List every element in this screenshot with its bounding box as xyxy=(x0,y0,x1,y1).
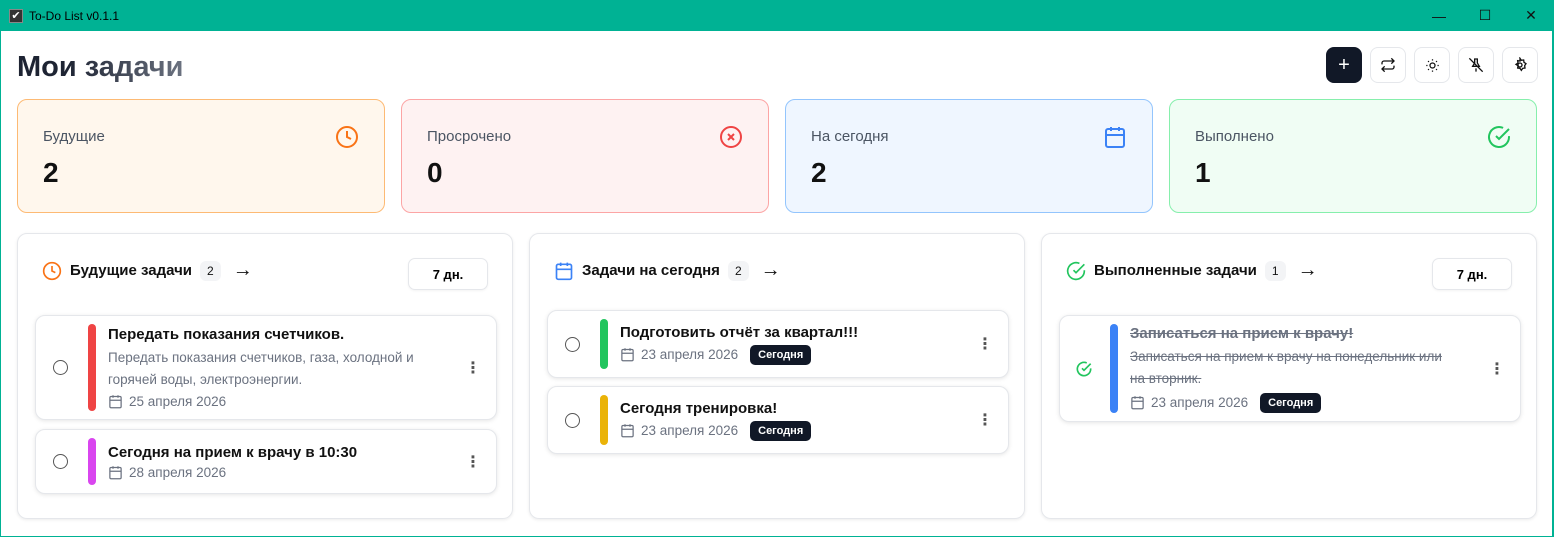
task-title: Сегодня тренировка! xyxy=(620,399,778,417)
task-date: 23 апреля 2026 xyxy=(1151,395,1249,410)
task-date: 28 апреля 2026 xyxy=(129,464,227,480)
calendar-icon xyxy=(109,465,122,479)
check-circle-icon xyxy=(1488,126,1510,149)
unpin-button[interactable] xyxy=(1458,47,1494,83)
task-description: Передать показания счетчиков, газа, холо… xyxy=(108,350,414,387)
app-checkbox-icon: ✔ xyxy=(9,8,23,23)
task-title: Подготовить отчёт за квартал!!! xyxy=(620,323,859,341)
today-badge: Сегодня xyxy=(750,420,812,441)
task-card[interactable]: Сегодня тренировка! 23 апреля 2026 Сегодн… xyxy=(547,386,1009,454)
main-content: Мои задачи + Будущие 2 Просрочено 0 На с… xyxy=(1,31,1552,536)
complete-checkbox[interactable] xyxy=(53,454,68,469)
calendar-icon xyxy=(621,424,634,438)
arrow-right-icon[interactable]: → xyxy=(233,259,253,282)
stat-label: Выполнено xyxy=(1195,128,1274,145)
column-completed: Выполненные задачи 1 → 7 дн. Записаться … xyxy=(1041,233,1537,519)
x-circle-icon xyxy=(720,126,742,148)
complete-checkbox[interactable] xyxy=(53,360,68,375)
priority-bar xyxy=(1110,324,1118,413)
more-menu-icon[interactable]: ⋮ xyxy=(970,410,1000,430)
arrow-right-icon[interactable]: → xyxy=(761,259,781,282)
toolbar: + xyxy=(1326,47,1538,83)
window-title: To-Do List v0.1.1 xyxy=(29,8,120,23)
task-date: 25 апреля 2026 xyxy=(129,394,227,409)
stat-value: 0 xyxy=(427,157,443,188)
priority-bar xyxy=(600,395,608,445)
stat-value: 1 xyxy=(1195,157,1211,188)
more-menu-icon[interactable]: ⋮ xyxy=(458,358,488,378)
clock-icon xyxy=(42,261,62,280)
priority-bar xyxy=(88,324,96,411)
calendar-icon xyxy=(109,395,122,409)
repeat-icon xyxy=(1381,57,1395,73)
count-badge: 2 xyxy=(727,260,749,281)
priority-bar xyxy=(88,438,96,485)
clock-icon xyxy=(336,126,358,148)
today-badge: Сегодня xyxy=(750,344,812,365)
close-button[interactable]: ✕ xyxy=(1508,0,1554,31)
column-title: Выполненные задачи xyxy=(1094,262,1257,279)
theme-toggle-button[interactable] xyxy=(1414,47,1450,83)
today-badge: Сегодня xyxy=(1260,392,1322,413)
more-menu-icon[interactable]: ⋮ xyxy=(458,452,488,472)
check-circle-icon xyxy=(1066,261,1086,280)
stat-value: 2 xyxy=(811,157,827,188)
task-title: Записаться на прием к врачу! xyxy=(1130,324,1354,342)
stat-card-upcoming[interactable]: Будущие 2 xyxy=(17,99,385,213)
column-upcoming: Будущие задачи 2 → 7 дн. Передать показа… xyxy=(17,233,513,519)
task-description: Записаться на прием к врачу на понедельн… xyxy=(1130,348,1442,386)
stat-label: Просрочено xyxy=(427,128,512,145)
calendar-icon xyxy=(621,348,634,362)
task-date: 23 апреля 2026 xyxy=(641,347,739,362)
complete-checkbox[interactable] xyxy=(565,412,580,428)
maximize-button[interactable]: ☐ xyxy=(1462,0,1508,31)
column-title: Будущие задачи xyxy=(70,262,193,279)
task-date: 23 апреля 2026 xyxy=(641,423,739,438)
pin-off-icon xyxy=(1468,57,1484,73)
sync-button[interactable] xyxy=(1370,47,1406,83)
task-card[interactable]: Записаться на прием к врачу! Записаться … xyxy=(1059,315,1521,422)
sun-icon xyxy=(1425,58,1439,72)
more-menu-icon[interactable]: ⋮ xyxy=(970,334,1000,354)
calendar-icon xyxy=(1105,127,1125,148)
stat-card-today[interactable]: На сегодня 2 xyxy=(785,99,1153,213)
count-badge: 2 xyxy=(200,260,221,281)
stat-card-overdue[interactable]: Просрочено 0 xyxy=(401,99,769,213)
stat-label: На сегодня xyxy=(811,128,889,145)
gear-icon xyxy=(1514,57,1527,72)
priority-bar xyxy=(600,319,608,369)
task-card[interactable]: Сегодня на прием к врачу в 10:30 28 апре… xyxy=(35,429,497,494)
calendar-icon xyxy=(555,262,573,280)
stat-card-completed[interactable]: Выполнено 1 xyxy=(1169,99,1537,213)
complete-checkbox[interactable] xyxy=(565,336,580,352)
more-menu-icon[interactable]: ⋮ xyxy=(1482,359,1512,379)
add-task-button[interactable]: + xyxy=(1326,47,1362,83)
arrow-right-icon[interactable]: → xyxy=(1298,259,1318,282)
count-badge: 1 xyxy=(1264,260,1286,281)
range-button[interactable]: 7 дн. xyxy=(1432,258,1512,290)
completed-check-icon[interactable] xyxy=(1076,361,1092,377)
column-today: Задачи на сегодня 2 → Подготовить отчёт … xyxy=(529,233,1025,519)
settings-button[interactable] xyxy=(1502,47,1538,83)
minimize-button[interactable]: — xyxy=(1416,0,1462,31)
task-card[interactable]: Передать показания счетчиков. Передать п… xyxy=(35,315,497,420)
task-card[interactable]: Подготовить отчёт за квартал!!! 23 апрел… xyxy=(547,310,1009,378)
column-title: Задачи на сегодня xyxy=(582,262,720,279)
stat-label: Будущие xyxy=(43,128,105,145)
task-title: Передать показания счетчиков. xyxy=(108,326,345,343)
calendar-icon xyxy=(1131,396,1144,410)
stat-value: 2 xyxy=(43,157,59,188)
page-title: Мои задачи xyxy=(17,51,184,83)
range-button[interactable]: 7 дн. xyxy=(408,258,488,290)
task-title: Сегодня на прием к врачу в 10:30 xyxy=(108,443,358,461)
title-bar: ✔ To-Do List v0.1.1 — ☐ ✕ xyxy=(0,0,1554,31)
